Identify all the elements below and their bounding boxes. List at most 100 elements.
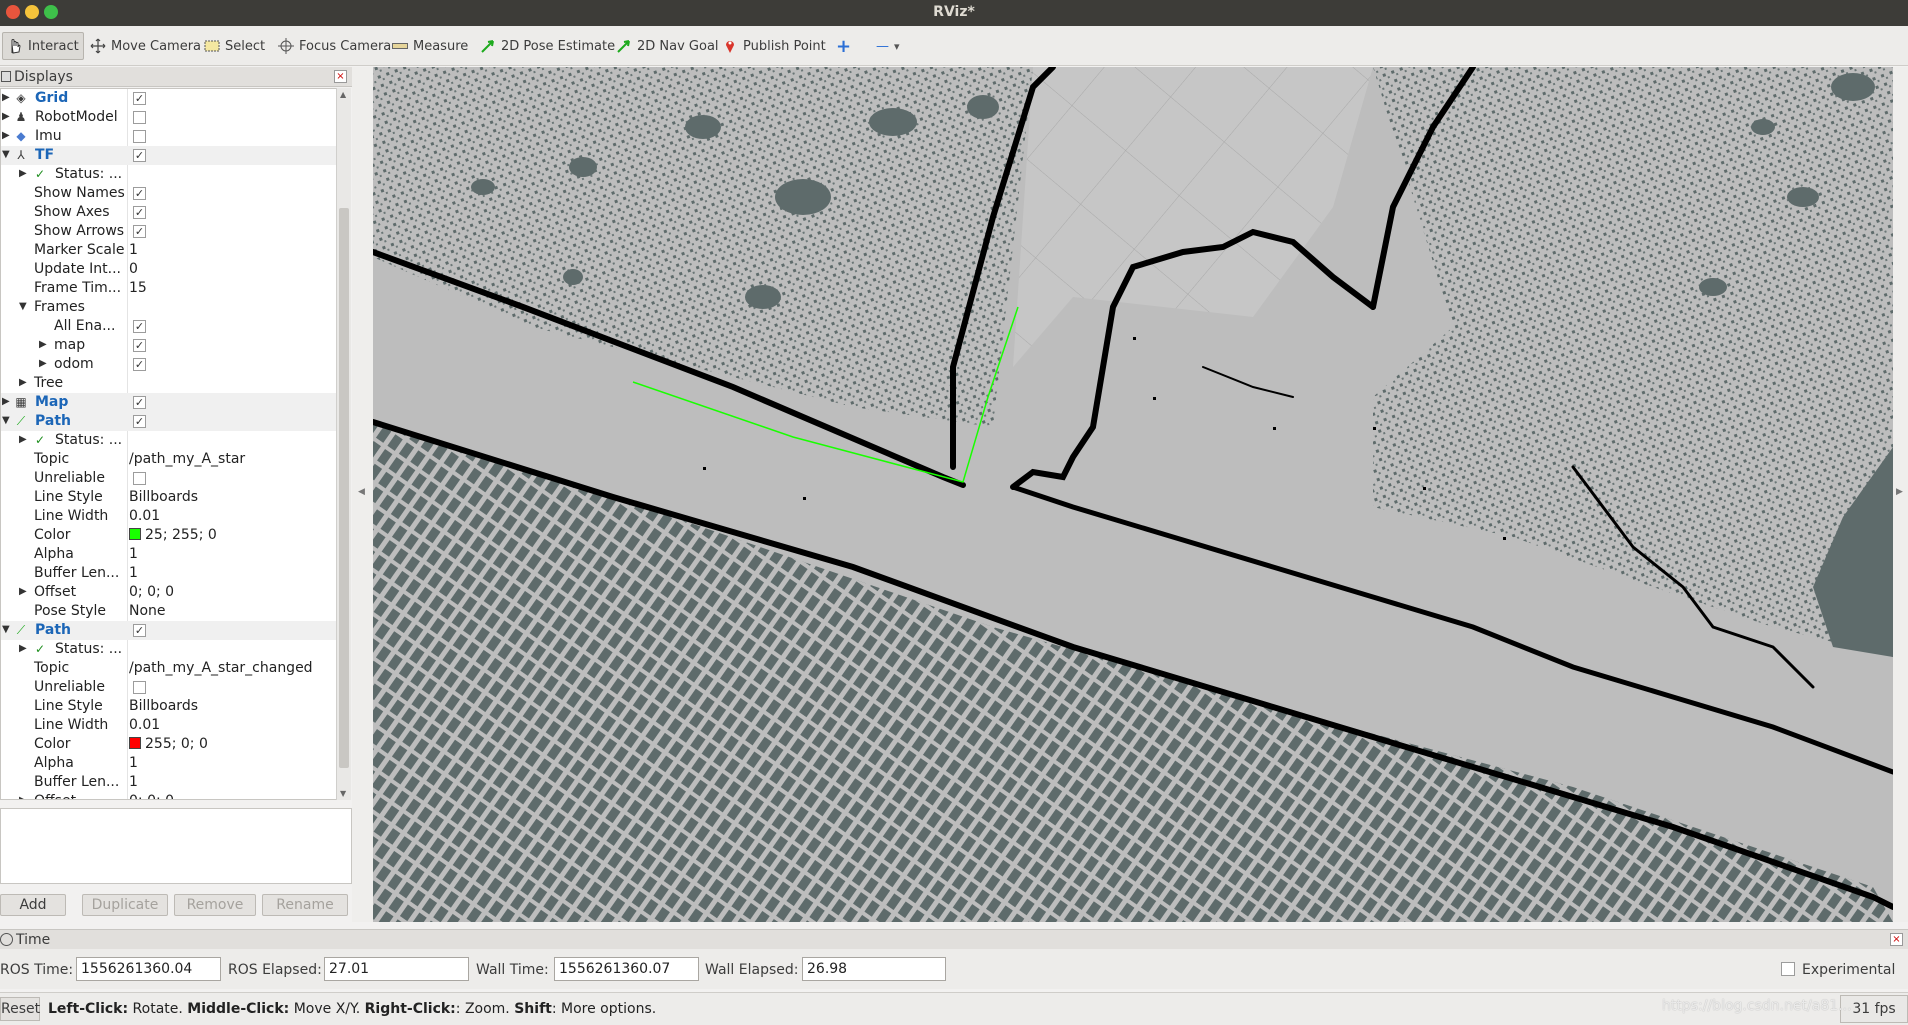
frame-odom-row[interactable]: ▶ odom ✓ — [1, 355, 337, 374]
expand-arrow-icon[interactable]: ▶ — [39, 339, 47, 350]
property-value[interactable]: 0; 0; 0 — [129, 793, 174, 799]
path1-pose-style-row[interactable]: Pose Style None — [1, 602, 337, 621]
enable-checkbox[interactable] — [133, 130, 146, 143]
expand-arrow-icon[interactable]: ▶ — [19, 643, 27, 654]
nav-goal-tool-button[interactable]: 2D Nav Goal — [612, 32, 723, 60]
focus-camera-tool-button[interactable]: Focus Camera — [274, 32, 395, 60]
path2-alpha-row[interactable]: Alpha 1 — [1, 754, 337, 773]
path1-alpha-row[interactable]: Alpha 1 — [1, 545, 337, 564]
display-row-grid[interactable]: ▶ ◈ Grid ✓ — [1, 89, 337, 108]
scroll-up-icon[interactable]: ▲ — [340, 90, 346, 99]
property-value[interactable]: 1 — [129, 546, 138, 562]
scroll-down-icon[interactable]: ▼ — [340, 789, 346, 798]
property-value[interactable]: 1 — [129, 242, 138, 258]
expand-arrow-icon[interactable]: ▶ — [39, 358, 47, 369]
show-axes-row[interactable]: Show Axes ✓ — [1, 203, 337, 222]
show-arrows-checkbox[interactable]: ✓ — [133, 225, 146, 238]
remove-display-button[interactable]: Remove — [174, 894, 256, 916]
experimental-checkbox[interactable] — [1781, 962, 1795, 976]
reset-button[interactable]: Reset — [0, 997, 40, 1021]
show-arrows-row[interactable]: Show Arrows ✓ — [1, 222, 337, 241]
display-row-robotmodel[interactable]: ▶ ♟ RobotModel — [1, 108, 337, 127]
property-value[interactable]: /path_my_A_star_changed — [129, 660, 313, 676]
property-value[interactable]: Billboards — [129, 489, 198, 505]
display-row-imu[interactable]: ▶ ◆ Imu — [1, 127, 337, 146]
property-value[interactable]: None — [129, 603, 166, 619]
render-viewport[interactable] — [373, 67, 1893, 922]
property-value[interactable]: 25; 255; 0 — [129, 527, 217, 543]
property-value[interactable]: 255; 0; 0 — [129, 736, 208, 752]
duplicate-display-button[interactable]: Duplicate — [82, 894, 168, 916]
rename-display-button[interactable]: Rename — [262, 894, 348, 916]
property-value[interactable]: 1 — [129, 755, 138, 771]
enable-checkbox[interactable]: ✓ — [133, 415, 146, 428]
path2-offset-row[interactable]: ▶ Offset 0; 0; 0 — [1, 792, 337, 799]
path2-color-row[interactable]: Color 255; 0; 0 — [1, 735, 337, 754]
expand-arrow-icon[interactable]: ▶ — [2, 111, 10, 122]
path2-line-style-row[interactable]: Line Style Billboards — [1, 697, 337, 716]
enable-checkbox[interactable]: ✓ — [133, 92, 146, 105]
expand-arrow-icon[interactable]: ▶ — [19, 434, 27, 445]
path1-buffer-length-row[interactable]: Buffer Len... 1 — [1, 564, 337, 583]
wall-elapsed-field[interactable]: 26.98 — [802, 957, 946, 981]
display-row-path-2[interactable]: ▼ ⟋ Path ✓ — [1, 621, 337, 640]
property-value[interactable]: /path_my_A_star — [129, 451, 245, 467]
path2-unreliable-row[interactable]: Unreliable — [1, 678, 337, 697]
display-row-map[interactable]: ▶ ▦ Map ✓ — [1, 393, 337, 412]
left-splitter[interactable]: ◀ — [352, 67, 373, 922]
property-value[interactable]: 0; 0; 0 — [129, 584, 174, 600]
wall-time-field[interactable]: 1556261360.07 — [554, 957, 699, 981]
expand-arrow-icon[interactable]: ▶ — [19, 586, 27, 597]
all-enabled-row[interactable]: All Ena... ✓ — [1, 317, 337, 336]
collapse-arrow-icon[interactable]: ▼ — [2, 149, 10, 160]
display-row-tf[interactable]: ▼ ⅄ TF ✓ — [1, 146, 337, 165]
path1-line-style-row[interactable]: Line Style Billboards — [1, 488, 337, 507]
expand-arrow-icon[interactable]: ▶ — [19, 168, 27, 179]
close-time-icon[interactable]: × — [1890, 933, 1903, 946]
path2-topic-row[interactable]: Topic /path_my_A_star_changed — [1, 659, 337, 678]
path1-unreliable-row[interactable]: Unreliable — [1, 469, 337, 488]
marker-scale-row[interactable]: Marker Scale 1 — [1, 241, 337, 260]
path2-line-width-row[interactable]: Line Width 0.01 — [1, 716, 337, 735]
collapse-left-icon[interactable]: ◀ — [358, 487, 365, 497]
collapse-right-icon[interactable]: ▶ — [1896, 487, 1903, 497]
property-value[interactable]: 0 — [129, 261, 138, 277]
path1-offset-row[interactable]: ▶ Offset 0; 0; 0 — [1, 583, 337, 602]
remove-tool-button[interactable]: — ▾ — [872, 32, 904, 60]
show-names-checkbox[interactable]: ✓ — [133, 187, 146, 200]
path1-color-row[interactable]: Color 25; 255; 0 — [1, 526, 337, 545]
ros-elapsed-field[interactable]: 27.01 — [324, 957, 469, 981]
tf-status-row[interactable]: ▶ ✓ Status: ... — [1, 165, 337, 184]
path1-status-row[interactable]: ▶ ✓ Status: ... — [1, 431, 337, 450]
frames-row[interactable]: ▼ Frames — [1, 298, 337, 317]
property-value[interactable]: 0.01 — [129, 717, 160, 733]
enable-checkbox[interactable]: ✓ — [133, 396, 146, 409]
enable-checkbox[interactable]: ✓ — [133, 624, 146, 637]
expand-arrow-icon[interactable]: ▶ — [2, 92, 10, 103]
unreliable-checkbox[interactable] — [133, 681, 146, 694]
expand-arrow-icon[interactable]: ▶ — [19, 377, 27, 388]
property-value[interactable]: 1 — [129, 565, 138, 581]
right-splitter[interactable]: ▶ — [1893, 67, 1908, 922]
scrollbar-thumb[interactable] — [339, 208, 349, 768]
interact-tool-button[interactable]: Interact — [2, 32, 84, 60]
color-swatch[interactable] — [129, 528, 141, 540]
displays-scrollbar[interactable]: ▲ ▼ — [336, 88, 351, 800]
pose-estimate-tool-button[interactable]: 2D Pose Estimate — [476, 32, 619, 60]
show-names-row[interactable]: Show Names ✓ — [1, 184, 337, 203]
all-enabled-checkbox[interactable]: ✓ — [133, 320, 146, 333]
frame-map-row[interactable]: ▶ map ✓ — [1, 336, 337, 355]
add-display-button[interactable]: Add — [0, 894, 66, 916]
update-interval-row[interactable]: Update Int... 0 — [1, 260, 337, 279]
property-value[interactable]: 15 — [129, 280, 147, 296]
frame-odom-checkbox[interactable]: ✓ — [133, 358, 146, 371]
tree-row[interactable]: ▶ Tree — [1, 374, 337, 393]
measure-tool-button[interactable]: Measure — [388, 32, 472, 60]
path1-topic-row[interactable]: Topic /path_my_A_star — [1, 450, 337, 469]
frame-map-checkbox[interactable]: ✓ — [133, 339, 146, 352]
collapse-arrow-icon[interactable]: ▼ — [19, 301, 27, 312]
path2-buffer-length-row[interactable]: Buffer Len... 1 — [1, 773, 337, 792]
expand-arrow-icon[interactable]: ▶ — [2, 130, 10, 141]
close-displays-icon[interactable]: × — [334, 70, 347, 83]
occupancy-map-canvas[interactable] — [373, 67, 1893, 922]
